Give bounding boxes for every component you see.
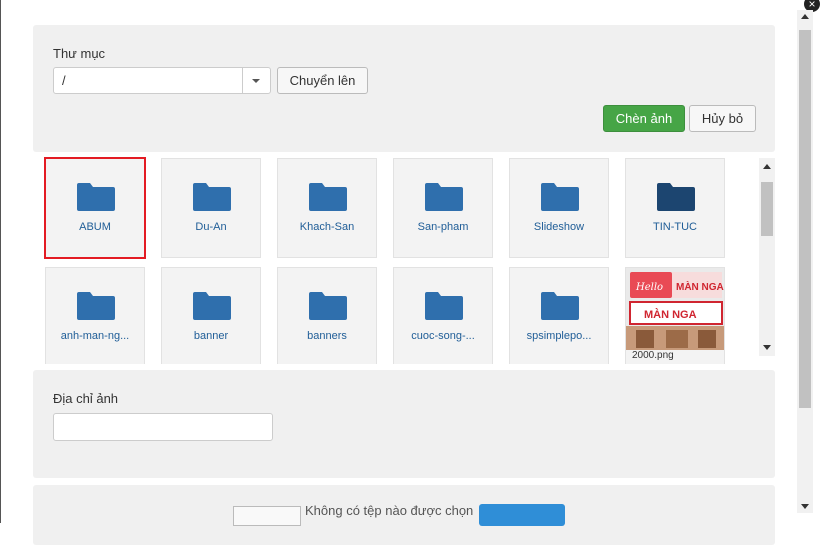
folder-tile[interactable]: cuoc-song-...	[393, 267, 493, 364]
chevron-down-icon[interactable]	[242, 68, 270, 93]
folder-icon	[425, 183, 463, 211]
insert-image-button[interactable]: Chèn ảnh	[603, 105, 685, 132]
folder-icon	[541, 183, 579, 211]
cancel-button[interactable]: Hủy bỏ	[689, 105, 756, 132]
tile-label: Du-An	[195, 221, 227, 233]
folder-icon	[425, 292, 463, 320]
file-status-text: Không có tệp nào được chọn	[305, 503, 474, 518]
folder-icon	[309, 292, 347, 320]
tile-label: Slideshow	[533, 221, 585, 233]
svg-text:MÀN NGA: MÀN NGA	[644, 308, 697, 321]
image-manager-dialog: × Thư mục / Chuyển lên Chèn ảnh Hủy bỏ A…	[0, 0, 822, 545]
image-thumbnail: Hello MÀN NGA MÀN NGA	[626, 268, 724, 350]
page-scroll-up-icon[interactable]	[801, 14, 809, 19]
tile-label: cuoc-song-...	[411, 330, 475, 342]
folder-tile[interactable]: Slideshow	[509, 158, 609, 258]
tile-label: anh-man-ng...	[60, 330, 130, 342]
folder-icon	[657, 183, 695, 211]
folder-select[interactable]: /	[53, 67, 271, 94]
tile-label: spsimplepo...	[526, 330, 592, 342]
page-scroll-thumb[interactable]	[799, 30, 811, 408]
url-panel: Địa chỉ ảnh	[33, 370, 775, 478]
folder-icon	[193, 183, 231, 211]
folder-icon	[77, 183, 115, 211]
tile-label: San-pham	[417, 221, 469, 233]
svg-text:MÀN NGA: MÀN NGA	[676, 280, 724, 293]
folder-tile[interactable]: San-pham	[393, 158, 493, 258]
folder-tile[interactable]: ABUM	[44, 157, 146, 259]
folder-icon	[309, 183, 347, 211]
scroll-down-icon[interactable]	[763, 345, 771, 350]
image-tile[interactable]: Hello MÀN NGA MÀN NGA 2000.png	[625, 267, 725, 364]
page-scrollbar[interactable]	[797, 10, 813, 513]
folder-tile[interactable]: banner	[161, 267, 261, 364]
image-url-input[interactable]	[53, 413, 273, 441]
folder-label: Thư mục	[53, 46, 106, 61]
tile-label: ABUM	[79, 221, 111, 233]
svg-text:Hello: Hello	[635, 282, 663, 293]
folder-tile[interactable]: banners	[277, 267, 377, 364]
folder-select-value: /	[62, 73, 66, 88]
folder-icon	[541, 292, 579, 320]
url-label: Địa chỉ ảnh	[53, 391, 119, 406]
file-chooser-button[interactable]	[233, 506, 301, 526]
scroll-thumb[interactable]	[761, 182, 773, 236]
upload-panel: Không có tệp nào được chọn	[33, 485, 775, 545]
folder-icon	[77, 292, 115, 320]
folder-tile[interactable]: spsimplepo...	[509, 267, 609, 364]
tile-label: 2000.png	[632, 350, 674, 361]
folder-panel: Thư mục / Chuyển lên Chèn ảnh Hủy bỏ	[33, 25, 775, 152]
folder-tile[interactable]: anh-man-ng...	[45, 267, 145, 364]
folder-icon	[193, 292, 231, 320]
grid-scrollbar[interactable]	[759, 158, 775, 356]
tile-label: Khach-San	[299, 221, 355, 233]
folder-tile[interactable]: TIN-TUC	[625, 158, 725, 258]
file-grid: ABUM Du-An Khach-San San-pham Slideshow TIN-T…	[41, 154, 759, 364]
tile-label: banner	[193, 330, 229, 342]
page-scroll-down-icon[interactable]	[801, 504, 809, 509]
up-folder-button[interactable]: Chuyển lên	[277, 67, 368, 94]
folder-tile[interactable]: Du-An	[161, 158, 261, 258]
tile-label: banners	[307, 330, 347, 342]
tile-label: TIN-TUC	[653, 221, 697, 233]
scroll-up-icon[interactable]	[763, 164, 771, 169]
folder-tile[interactable]: Khach-San	[277, 158, 377, 258]
